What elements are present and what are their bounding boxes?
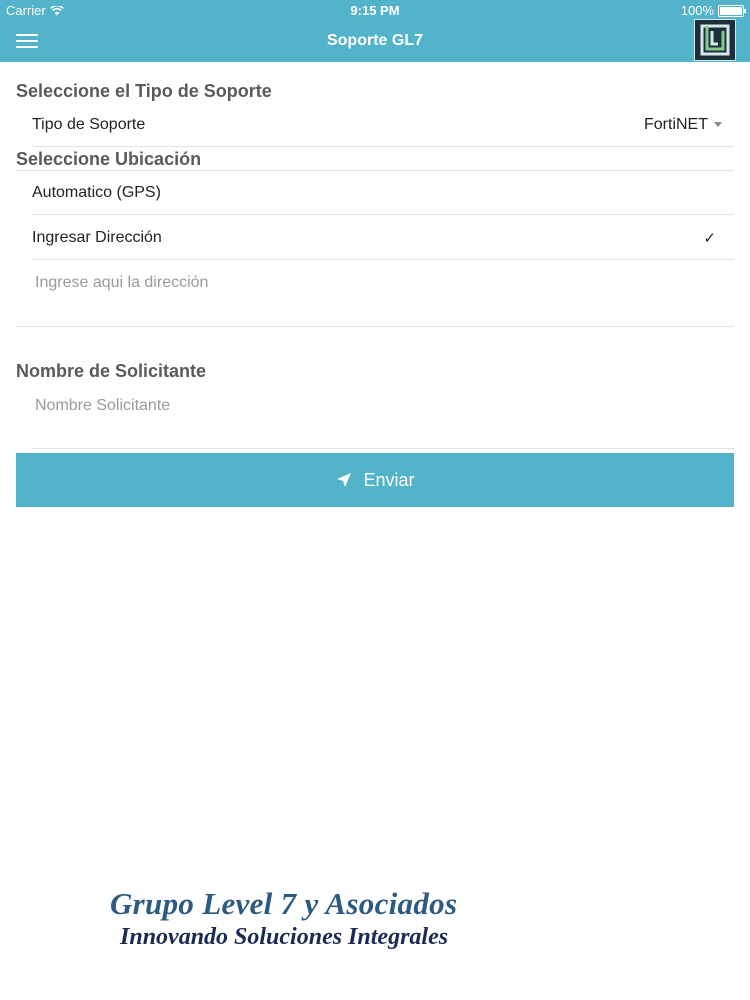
address-divider: [16, 326, 734, 327]
solicitante-section-title: Nombre de Solicitante: [16, 361, 207, 381]
option-label: Ingresar Dirección: [32, 228, 162, 246]
navigation-bar: Soporte GL7: [0, 19, 750, 62]
tipo-soporte-selected: FortiNET: [644, 115, 708, 133]
option-label: Automatico (GPS): [32, 183, 161, 201]
status-time: 9:15 PM: [350, 3, 400, 18]
tipo-soporte-value: FortiNET: [644, 116, 734, 134]
battery-fill: [720, 6, 742, 15]
page-title: Soporte GL7: [326, 32, 423, 49]
tipo-soporte-label: Tipo de Soporte: [32, 115, 146, 133]
brand-name: Grupo Level 7 y Asociados: [110, 886, 458, 921]
option-automatico-gps[interactable]: Automatico (GPS): [32, 171, 734, 215]
gl7-logo-icon: [694, 19, 736, 61]
tipo-soporte-select[interactable]: Tipo de Soporte FortiNET: [32, 103, 734, 147]
send-button[interactable]: Enviar: [16, 453, 734, 507]
top-bar: Carrier 9:15 PM 100% Soporte GL7: [0, 0, 750, 62]
checkmark-icon: ✓: [703, 229, 716, 247]
requester-name-input[interactable]: [33, 393, 727, 419]
tipo-soporte-section-title: Seleccione el Tipo de Soporte: [16, 81, 272, 101]
battery-icon: [718, 4, 746, 17]
status-bar: Carrier 9:15 PM 100%: [0, 0, 750, 22]
brand-slogan: Innovando Soluciones Integrales: [120, 924, 449, 950]
name-divider: [32, 448, 734, 449]
caret-down-icon: [714, 122, 722, 127]
company-brand: Grupo Level 7 y Asociados Innovando Solu…: [110, 886, 530, 951]
ubicacion-section-title: Seleccione Ubicación: [16, 149, 202, 169]
send-button-label: Enviar: [363, 469, 415, 490]
status-battery: 100%: [680, 3, 746, 18]
option-ingresar-direccion[interactable]: Ingresar Dirección ✓: [32, 216, 734, 260]
send-arrow-icon: [337, 473, 352, 487]
battery-percent: 100%: [680, 3, 714, 18]
address-input[interactable]: [33, 270, 727, 296]
